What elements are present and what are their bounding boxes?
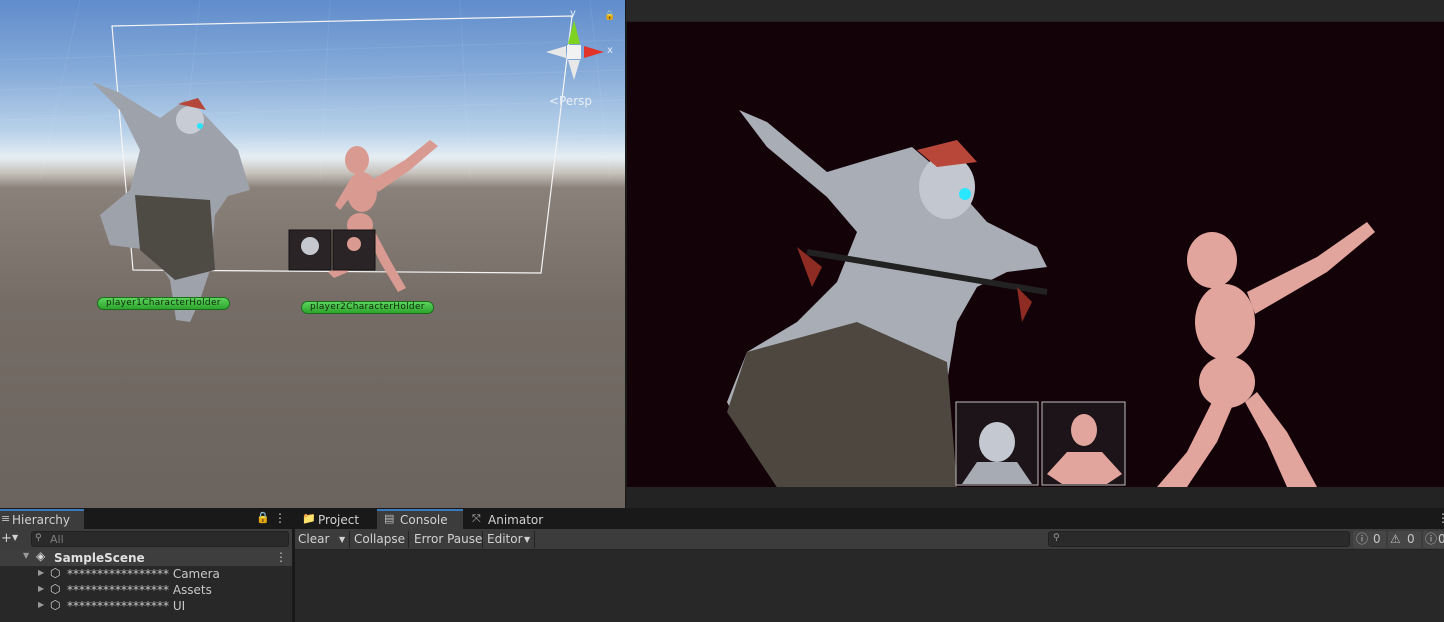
list-item-label: ***************** Camera (67, 567, 220, 581)
list-item[interactable]: ▶ ⬡ ***************** Assets (0, 582, 292, 598)
game-canvas (727, 110, 1375, 487)
info-icon: ⓘ (1356, 532, 1369, 546)
gameobject-icon: ⬡ (50, 582, 61, 596)
player1-holder-label[interactable]: player1CharacterHolder (97, 297, 230, 310)
collapse-button[interactable]: Collapse (351, 531, 408, 548)
warning-count: 0 (1407, 532, 1415, 546)
toolbar-divider (482, 531, 483, 548)
tab-hierarchy-label: Hierarchy (12, 513, 71, 527)
log-count: 0 (1373, 532, 1381, 546)
game-view-toolbar (626, 0, 1444, 22)
console-search-input[interactable]: ⚲ (1048, 531, 1350, 547)
gameobject-icon: ⬡ (50, 598, 61, 612)
editor-dropdown-icon[interactable]: ▼ (521, 531, 533, 548)
expand-arrow-icon[interactable]: ▼ (23, 551, 29, 560)
more-menu-icon[interactable]: ⋮ (274, 511, 286, 525)
dropdown-arrow-icon[interactable]: ▼ (12, 533, 18, 542)
gizmo-x-label: x (607, 45, 613, 56)
gameobject-icon: ⬡ (50, 566, 61, 580)
scene-name: SampleScene (54, 551, 145, 565)
list-item[interactable]: ▶ ⬡ ***************** Camera (0, 566, 292, 582)
warning-icon: ⚠ (1390, 532, 1401, 546)
folder-icon: 📁 (302, 512, 316, 525)
tab-project[interactable]: Project (318, 513, 359, 527)
clear-button[interactable]: Clear (295, 531, 332, 548)
game-view[interactable] (627, 22, 1444, 487)
game-view-footer (626, 487, 1444, 508)
bottom-tabbar (295, 509, 1444, 529)
search-icon: ⚲ (35, 533, 42, 543)
lock-icon[interactable]: 🔒 (256, 511, 270, 524)
error-icon: ⓘ (1425, 532, 1438, 546)
character-1[interactable] (92, 82, 250, 322)
more-menu-icon[interactable]: ⋮ (1437, 511, 1444, 525)
list-item-label: ***************** Assets (67, 583, 212, 597)
hierarchy-search-input[interactable]: ⚲ All (31, 531, 289, 547)
lock-icon[interactable]: 🔒 (604, 11, 615, 21)
console-log-area[interactable] (295, 551, 1444, 622)
search-placeholder: All (50, 533, 64, 546)
error-count: 0 (1438, 532, 1444, 546)
scene-canvas (0, 0, 625, 322)
editor-dropdown[interactable]: Editor (484, 531, 526, 548)
projection-label[interactable]: <Persp (549, 94, 592, 108)
character-2-render (1157, 222, 1375, 487)
animator-icon: ⤧ (472, 512, 481, 525)
hierarchy-list: ▶ ⬡ ***************** Camera ▶ ⬡ *******… (0, 566, 292, 622)
search-icon: ⚲ (1053, 533, 1060, 543)
list-item-label: ***************** UI (67, 599, 186, 613)
toolbar-divider (408, 531, 409, 548)
menu-icon: ≡ (1, 512, 11, 525)
collapse-arrow-icon[interactable]: ▶ (38, 600, 44, 609)
scene-more-icon[interactable]: ⋮ (275, 550, 287, 564)
list-item[interactable]: ▶ ⬡ ***************** UI (0, 598, 292, 614)
tab-console[interactable]: Console (400, 513, 448, 527)
player2-holder-label[interactable]: player2CharacterHolder (301, 301, 434, 314)
add-icon[interactable]: + (1, 531, 12, 546)
collapse-arrow-icon[interactable]: ▶ (38, 568, 44, 577)
toolbar-divider (534, 531, 535, 548)
clear-dropdown-icon[interactable]: ▼ (336, 531, 348, 548)
tab-animator[interactable]: Animator (488, 513, 543, 527)
error-pause-button[interactable]: Error Pause (411, 531, 485, 548)
unity-scene-icon: ◈ (36, 549, 46, 563)
collapse-arrow-icon[interactable]: ▶ (38, 584, 44, 593)
console-icon: ▤ (384, 512, 395, 525)
scene-view[interactable]: y x 🔒 <Persp player1CharacterHolder play… (0, 0, 625, 508)
gizmo-y-label: y (570, 8, 576, 19)
toolbar-divider (349, 531, 350, 548)
